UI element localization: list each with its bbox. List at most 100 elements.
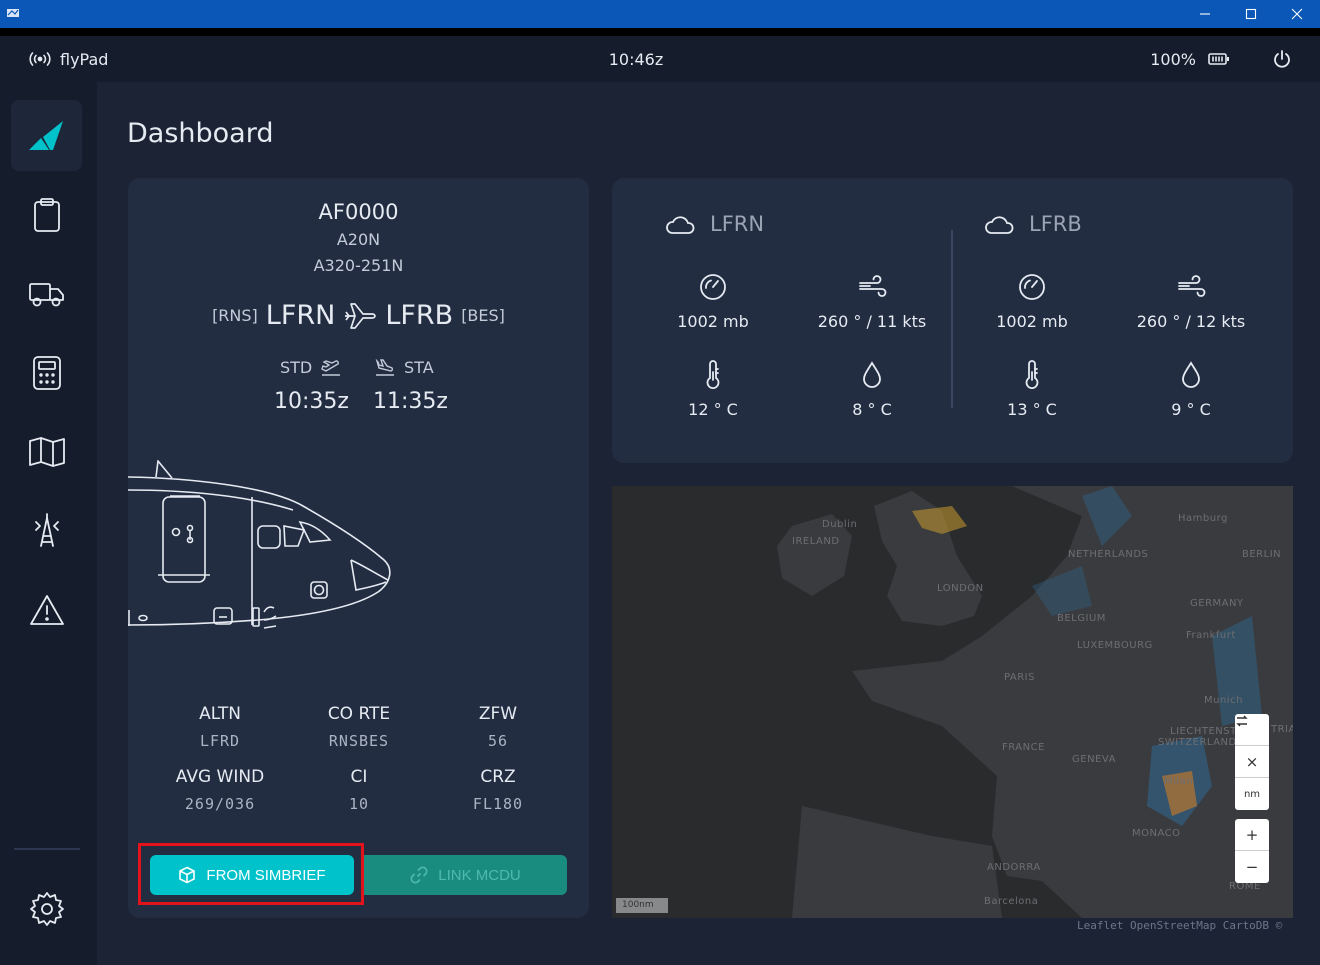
- wx-origin-temp: 12 ° C: [643, 360, 783, 419]
- origin-iata: [RNS]: [212, 306, 258, 325]
- window-border: [0, 28, 1320, 36]
- wx-dest-icao: LFRB: [1029, 212, 1082, 236]
- thermometer-icon: [1025, 360, 1039, 389]
- weather-map[interactable]: Dublin IRELAND Hamburg NETHERLANDS BERLI…: [612, 486, 1293, 918]
- zoom-in-button[interactable]: +: [1235, 819, 1269, 851]
- dest-iata: [BES]: [461, 306, 505, 325]
- calculator-icon: [32, 355, 61, 390]
- aircraft-nose-illustration: [128, 460, 391, 629]
- sidebar-item-performance[interactable]: [11, 337, 82, 408]
- sidebar-item-navigation[interactable]: [11, 416, 82, 487]
- wx-origin-header: LFRN: [664, 212, 764, 236]
- gauge-icon: [700, 274, 726, 300]
- dest-icao: LFRB: [385, 300, 454, 331]
- altn-label: ALTN: [199, 704, 241, 724]
- std-label: STD: [280, 358, 313, 377]
- altn-cell: ALTN LFRD: [150, 704, 290, 750]
- power-icon[interactable]: [1272, 49, 1292, 69]
- gauge-icon: [1019, 274, 1045, 300]
- map-label-paris: PARIS: [1004, 672, 1035, 683]
- status-time: 10:46z: [608, 49, 664, 69]
- avgwind-cell: AVG WIND 269/036: [150, 767, 290, 813]
- std-value: 10:35z: [274, 389, 349, 414]
- wx-origin-pressure-value: 1002 mb: [677, 312, 749, 331]
- wx-origin-dewpoint-value: 8 ° C: [852, 400, 892, 419]
- link-mcdu-label: LINK MCDU: [438, 866, 521, 884]
- sta-label: STA: [404, 358, 434, 377]
- sidebar-item-settings[interactable]: [11, 873, 82, 944]
- window-minimize-button[interactable]: [1182, 0, 1228, 28]
- wx-origin-pressure: 1002 mb: [643, 272, 783, 331]
- sidebar: [0, 82, 97, 965]
- crz-value: FL180: [472, 795, 524, 813]
- sidebar-item-failures[interactable]: [11, 574, 82, 645]
- map-label-milan: Milan: [1164, 776, 1194, 787]
- wind-icon: [859, 275, 887, 297]
- wx-dest-wind-value: 260 ° / 12 kts: [1136, 312, 1246, 331]
- battery-icon: [1208, 53, 1229, 65]
- wx-dest-temp: 13 ° C: [962, 360, 1102, 419]
- page-title: Dashboard: [127, 118, 274, 149]
- link-mcdu-button[interactable]: LINK MCDU: [364, 855, 567, 895]
- sidebar-divider: [14, 848, 80, 850]
- zfw-label: ZFW: [478, 704, 518, 724]
- map-scale: 100nm: [616, 898, 668, 913]
- map-label-berlin: BERLIN: [1242, 549, 1282, 560]
- aircraft-type: A20N: [336, 230, 381, 249]
- sidebar-item-atc[interactable]: [11, 495, 82, 566]
- ci-value: 10: [348, 795, 370, 813]
- ci-label: CI: [350, 767, 368, 787]
- status-bar: flyPad 10:46z 100%: [0, 36, 1320, 82]
- map-close-button[interactable]: ×: [1235, 746, 1269, 778]
- avgwind-value: 269/036: [184, 795, 256, 813]
- zoom-out-button[interactable]: −: [1235, 851, 1269, 883]
- ci-cell: CI 10: [289, 767, 429, 813]
- wx-dest-wind: 260 ° / 12 kts: [1121, 272, 1261, 331]
- sidebar-item-ground[interactable]: [11, 258, 82, 329]
- map-attribution[interactable]: Leaflet OpenStreetMap CartoDB ©: [1077, 919, 1282, 932]
- sta-label-group: STA: [374, 358, 434, 377]
- window-titlebar: [0, 0, 1320, 28]
- map-label-switzerland: SWITZERLAND: [1158, 737, 1237, 748]
- crz-cell: CRZ FL180: [428, 767, 568, 813]
- flight-number: AF0000: [318, 200, 399, 224]
- wx-origin-temp-value: 12 ° C: [688, 400, 738, 419]
- sidebar-item-dispatch[interactable]: [11, 179, 82, 250]
- wx-dest-pressure: 1002 mb: [962, 272, 1102, 331]
- map-label-geneva: GENEVA: [1072, 754, 1116, 765]
- droplet-icon: [1182, 361, 1200, 388]
- wx-dest-dewpoint-value: 9 ° C: [1171, 400, 1211, 419]
- wind-icon: [1178, 275, 1206, 297]
- thermometer-icon: [706, 360, 720, 389]
- flybywire-logo-icon: [28, 120, 63, 150]
- app-icon: [7, 9, 19, 17]
- sidebar-item-dashboard[interactable]: [11, 100, 82, 171]
- flight-card: AF0000 A20N A320-251N [RNS] LFRN LFRB [B…: [128, 178, 589, 918]
- window-maximize-button[interactable]: [1228, 0, 1274, 28]
- wx-origin-icao: LFRN: [710, 212, 765, 236]
- map-icon: [28, 436, 65, 467]
- map-landmass: [777, 486, 1293, 918]
- from-simbrief-button[interactable]: FROM SIMBRIEF: [150, 855, 354, 895]
- takeoff-icon: [321, 359, 341, 376]
- map-swap-icon[interactable]: [1235, 714, 1269, 746]
- corte-cell: CO RTE RNSBES: [289, 704, 429, 750]
- avgwind-label: AVG WIND: [175, 767, 265, 787]
- crz-label: CRZ: [480, 767, 516, 787]
- map-unit-button[interactable]: nm: [1235, 778, 1269, 810]
- wx-dest-temp-value: 13 ° C: [1007, 400, 1057, 419]
- airplane-icon: [345, 302, 377, 329]
- cloud-icon: [985, 216, 1014, 234]
- window-close-button[interactable]: [1274, 0, 1320, 28]
- truck-icon: [28, 282, 64, 306]
- map-label-london: LONDON: [937, 583, 984, 594]
- map-zoom-controls: + −: [1235, 819, 1269, 883]
- altn-value: LFRD: [199, 732, 241, 750]
- map-label-germany: GERMANY: [1190, 598, 1244, 609]
- map-label-belgium: BELGIUM: [1057, 613, 1106, 624]
- route: [RNS] LFRN LFRB [BES]: [128, 300, 589, 331]
- cube-icon: [179, 866, 196, 884]
- wx-origin-wind-value: 260 ° / 11 kts: [817, 312, 927, 331]
- weather-card: LFRN LFRB 1002 mb 260 ° / 11 kts 12 ° C …: [612, 178, 1293, 463]
- aircraft-model: A320-251N: [313, 256, 404, 275]
